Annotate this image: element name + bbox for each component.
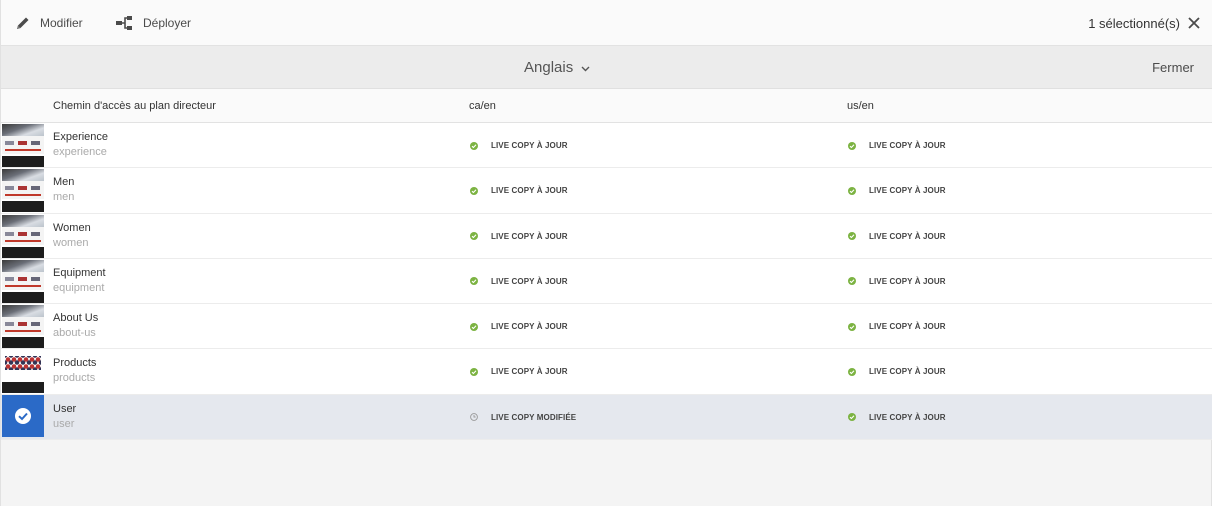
- row-path: about-us: [53, 327, 96, 340]
- status-us-en[interactable]: LIVE COPY À JOUR: [848, 168, 946, 213]
- status-ca-en[interactable]: LIVE COPY À JOUR: [470, 349, 568, 394]
- status-label: LIVE COPY À JOUR: [869, 186, 946, 196]
- status-ca-en[interactable]: LIVE COPY À JOUR: [470, 304, 568, 349]
- check-circle-icon: [848, 186, 869, 195]
- status-label: LIVE COPY À JOUR: [869, 367, 946, 377]
- status-label: LIVE COPY À JOUR: [491, 322, 568, 332]
- live-copy-overview: Modifier Déployer 1 sélectionné(s) Angla…: [0, 0, 1212, 506]
- page-thumbnail[interactable]: [2, 124, 44, 167]
- status-label: LIVE COPY À JOUR: [491, 276, 568, 286]
- row-title: Men: [53, 176, 75, 189]
- status-label: LIVE COPY À JOUR: [491, 186, 568, 196]
- language-label: Anglais: [524, 59, 574, 76]
- check-circle-icon: [848, 367, 869, 376]
- clock-icon: [470, 413, 491, 422]
- status-ca-en[interactable]: LIVE COPY À JOUR: [470, 168, 568, 213]
- row-title: Experience: [53, 131, 109, 143]
- selected-check-icon[interactable]: [2, 394, 44, 437]
- rollout-icon: [116, 15, 134, 31]
- deploy-button[interactable]: Déployer: [116, 0, 191, 46]
- close-button[interactable]: Fermer: [1152, 46, 1194, 89]
- check-circle-icon: [848, 141, 869, 150]
- table-header: Chemin d'accès au plan directeur ca/en u…: [1, 89, 1212, 123]
- status-ca-en[interactable]: LIVE COPY À JOUR: [470, 259, 568, 304]
- table-row[interactable]: Equipment equipment LIVE COPY À JOUR LIVE C…: [1, 258, 1212, 305]
- status-us-en[interactable]: LIVE COPY À JOUR: [848, 259, 946, 304]
- check-circle-icon: [470, 186, 491, 195]
- language-dropdown[interactable]: Anglais: [524, 46, 590, 89]
- status-label: LIVE COPY MODIFIÉE: [491, 412, 577, 422]
- selection-count: 1 sélectionné(s): [1088, 15, 1180, 31]
- row-title: About Us: [53, 312, 99, 325]
- status-ca-en[interactable]: LIVE COPY À JOUR: [470, 214, 568, 259]
- status-ca-en[interactable]: LIVE COPY MODIFIÉE: [470, 395, 576, 440]
- row-path: equipment: [53, 281, 105, 294]
- status-label: LIVE COPY À JOUR: [491, 367, 568, 377]
- row-title: Products: [53, 357, 97, 370]
- status-us-en[interactable]: LIVE COPY À JOUR: [848, 304, 946, 349]
- check-circle-icon: [470, 277, 491, 286]
- table-row[interactable]: User user LIVE COPY MODIFIÉE LIVE COPY À JO…: [1, 394, 1212, 441]
- page-thumbnail[interactable]: [2, 350, 44, 394]
- status-us-en[interactable]: LIVE COPY À JOUR: [848, 214, 946, 259]
- row-path: products: [53, 372, 96, 385]
- check-circle-icon: [848, 277, 869, 286]
- check-circle-icon: [470, 141, 491, 150]
- row-path: men: [53, 191, 75, 204]
- table-body: Experience experience LIVE COPY À JOUR LIVE…: [1, 123, 1212, 441]
- page-thumbnail[interactable]: [2, 259, 44, 303]
- status-us-en[interactable]: LIVE COPY À JOUR: [848, 395, 946, 440]
- close-icon[interactable]: [1187, 16, 1201, 30]
- table-row[interactable]: Men men LIVE COPY À JOUR LIVE COPY À JOUR: [1, 168, 1212, 214]
- table-row[interactable]: Products products LIVE COPY À JOUR LIVE COP…: [1, 349, 1212, 395]
- action-toolbar: Modifier Déployer 1 sélectionné(s): [1, 0, 1212, 46]
- status-label: LIVE COPY À JOUR: [491, 231, 568, 241]
- status-label: LIVE COPY À JOUR: [869, 231, 946, 241]
- status-us-en[interactable]: LIVE COPY À JOUR: [848, 349, 946, 394]
- row-title: Equipment: [53, 266, 106, 279]
- pencil-icon: [15, 15, 31, 31]
- chevron-down-icon: [573, 59, 590, 76]
- table-row[interactable]: About Us about-us LIVE COPY À JOUR LIVE COP…: [1, 304, 1212, 350]
- check-circle-icon: [848, 413, 869, 422]
- header-blueprint-path[interactable]: Chemin d'accès au plan directeur: [53, 89, 216, 123]
- check-circle-icon: [470, 367, 491, 376]
- status-label: LIVE COPY À JOUR: [869, 322, 946, 332]
- row-path: women: [53, 236, 89, 249]
- page-thumbnail[interactable]: [2, 214, 44, 258]
- check-circle-icon: [848, 322, 869, 331]
- edit-button[interactable]: Modifier: [15, 0, 83, 46]
- header-ca-en[interactable]: ca/en: [469, 89, 496, 123]
- deploy-label: Déployer: [143, 16, 192, 30]
- header-us-en[interactable]: us/en: [847, 89, 874, 123]
- table-row[interactable]: Experience experience LIVE COPY À JOUR LIVE…: [1, 123, 1212, 169]
- check-circle-icon: [470, 322, 491, 331]
- language-bar: Anglais Fermer: [1, 46, 1212, 89]
- page-thumbnail[interactable]: [2, 305, 44, 349]
- check-circle-icon: [848, 232, 869, 241]
- table-row[interactable]: Women women LIVE COPY À JOUR LIVE COPY À JO…: [1, 213, 1212, 259]
- status-label: LIVE COPY À JOUR: [491, 141, 568, 150]
- row-path: user: [53, 417, 75, 430]
- row-path: experience: [53, 146, 107, 158]
- status-label: LIVE COPY À JOUR: [869, 412, 946, 422]
- check-circle-icon: [470, 232, 491, 241]
- status-ca-en[interactable]: LIVE COPY À JOUR: [470, 123, 568, 168]
- edit-label: Modifier: [40, 16, 83, 30]
- page-thumbnail[interactable]: [2, 169, 44, 213]
- row-title: User: [53, 402, 77, 415]
- status-label: LIVE COPY À JOUR: [869, 141, 946, 150]
- status-us-en[interactable]: LIVE COPY À JOUR: [848, 123, 946, 168]
- status-label: LIVE COPY À JOUR: [869, 276, 946, 286]
- row-title: Women: [53, 221, 91, 234]
